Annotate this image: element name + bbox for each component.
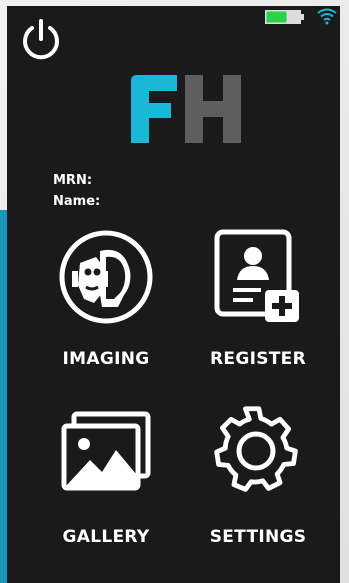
- settings-label: SETTINGS: [209, 527, 307, 547]
- register-button[interactable]: REGISTER: [183, 224, 333, 384]
- name-label: Name:: [53, 194, 101, 209]
- wifi-icon: [317, 8, 337, 25]
- settings-button[interactable]: SETTINGS: [183, 404, 333, 564]
- gallery-label: GALLERY: [62, 527, 150, 547]
- face-scan-icon: [59, 230, 153, 324]
- gallery-icon: [61, 411, 151, 491]
- imaging-label: IMAGING: [62, 349, 150, 369]
- gear-icon: [214, 406, 298, 492]
- register-label: REGISTER: [210, 349, 306, 369]
- app-logo: [125, 73, 243, 145]
- add-patient-icon: [214, 229, 299, 322]
- power-icon: [23, 19, 59, 60]
- patient-info: MRN: Name:: [53, 170, 100, 212]
- device-screen: MRN: Name: IMAGING REGISTER GALLERY SETT…: [7, 6, 340, 583]
- battery-icon: [265, 10, 304, 24]
- gallery-button[interactable]: GALLERY: [31, 404, 181, 564]
- app-root: MRN: Name: IMAGING REGISTER GALLERY SETT…: [0, 0, 349, 583]
- left-accent-strip: [0, 210, 7, 583]
- mrn-label: MRN:: [53, 173, 93, 188]
- imaging-button[interactable]: IMAGING: [31, 224, 181, 384]
- power-button[interactable]: [17, 16, 65, 64]
